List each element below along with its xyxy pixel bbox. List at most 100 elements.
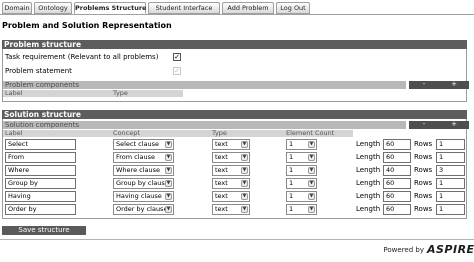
problem-components-header: Problem components — [3, 81, 406, 89]
chevron-down-icon: ▼ — [308, 180, 315, 187]
problem-remove-button[interactable]: - — [409, 81, 439, 89]
length-label: Length — [356, 179, 381, 187]
type-select[interactable]: text ▼ — [212, 165, 250, 176]
chevron-down-icon: ▼ — [165, 206, 172, 213]
tab-ontology[interactable]: Ontology — [34, 2, 72, 14]
concept-select[interactable]: Select clause ▼ — [113, 139, 174, 150]
problem-column-header: Label Type — [3, 90, 183, 97]
tab-add-problem[interactable]: Add Problem — [222, 2, 274, 14]
tab-domain[interactable]: Domain — [2, 2, 32, 14]
chevron-down-icon: ▼ — [165, 154, 172, 161]
problem-structure-header: Problem structure — [2, 40, 467, 49]
rows-label: Rows — [414, 140, 433, 148]
chevron-down-icon: ▼ — [241, 141, 248, 148]
length-label: Length — [356, 140, 381, 148]
concept-select[interactable]: Group by clause ▼ — [113, 178, 174, 189]
type-select[interactable]: text ▼ — [212, 178, 250, 189]
problem-statement-checkbox: ✓ — [173, 67, 181, 75]
rows-input[interactable]: 1 — [436, 204, 465, 215]
component-label-input[interactable]: Where — [5, 165, 76, 176]
aspire-logo: ASPIRE — [427, 243, 474, 256]
page-title: Problem and Solution Representation — [2, 21, 172, 30]
rows-label: Rows — [414, 192, 433, 200]
col-concept: Concept — [113, 129, 140, 137]
tab-underline — [0, 14, 474, 15]
element-count-select[interactable]: 1 ▼ — [286, 178, 317, 189]
length-label: Length — [356, 153, 381, 161]
solution-structure-header: Solution structure — [2, 110, 467, 119]
col-label: Label — [5, 89, 23, 97]
component-label-input[interactable]: Group by — [5, 178, 76, 189]
type-select[interactable]: text ▼ — [212, 152, 250, 163]
solution-column-header: Label Concept Type Element Count — [3, 130, 353, 137]
concept-select[interactable]: From clause ▼ — [113, 152, 174, 163]
chevron-down-icon: ▼ — [165, 141, 172, 148]
problem-statement-label: Problem statement — [5, 67, 72, 75]
save-structure-button[interactable]: Save structure — [2, 226, 86, 235]
solution-remove-button[interactable]: - — [409, 121, 439, 129]
type-select[interactable]: text ▼ — [212, 204, 250, 215]
rows-input[interactable]: 1 — [436, 152, 465, 163]
element-count-select[interactable]: 1 ▼ — [286, 165, 317, 176]
length-input[interactable]: 60 — [383, 191, 411, 202]
chevron-down-icon: ▼ — [165, 180, 172, 187]
chevron-down-icon: ▼ — [308, 141, 315, 148]
col-type: Type — [212, 129, 227, 137]
element-count-select[interactable]: 1 ▼ — [286, 139, 317, 150]
checkmark-icon: ✓ — [174, 53, 180, 61]
length-input[interactable]: 60 — [383, 178, 411, 189]
length-label: Length — [356, 205, 381, 213]
problem-structure-panel: Task requirement (Relevant to all proble… — [2, 49, 469, 102]
rows-label: Rows — [414, 205, 433, 213]
chevron-down-icon: ▼ — [165, 193, 172, 200]
rows-input[interactable]: 3 — [436, 165, 465, 176]
element-count-select[interactable]: 1 ▼ — [286, 204, 317, 215]
chevron-down-icon: ▼ — [308, 154, 315, 161]
col-element-count: Element Count — [286, 129, 335, 137]
col-type: Type — [113, 89, 128, 97]
solution-components-header: Solution components — [3, 121, 406, 129]
checkmark-icon: ✓ — [174, 67, 180, 75]
type-select[interactable]: text ▼ — [212, 139, 250, 150]
task-requirement-checkbox[interactable]: ✓ — [173, 53, 181, 61]
chevron-down-icon: ▼ — [308, 167, 315, 174]
length-label: Length — [356, 166, 381, 174]
tab-problems-structure[interactable]: Problems Structure — [74, 2, 146, 14]
type-select[interactable]: text ▼ — [212, 191, 250, 202]
element-count-select[interactable]: 1 ▼ — [286, 191, 317, 202]
component-label-input[interactable]: Select — [5, 139, 76, 150]
length-input[interactable]: 60 — [383, 152, 411, 163]
element-count-select[interactable]: 1 ▼ — [286, 152, 317, 163]
length-input[interactable]: 60 — [383, 204, 411, 215]
chevron-down-icon: ▼ — [241, 206, 248, 213]
length-label: Length — [356, 192, 381, 200]
length-input[interactable]: 60 — [383, 139, 411, 150]
component-label-input[interactable]: Order by — [5, 204, 76, 215]
concept-select[interactable]: Order by clause ▼ — [113, 204, 174, 215]
rows-label: Rows — [414, 153, 433, 161]
rows-input[interactable]: 1 — [436, 139, 465, 150]
chevron-down-icon: ▼ — [241, 193, 248, 200]
problem-add-button[interactable]: + — [439, 81, 469, 89]
rows-input[interactable]: 1 — [436, 178, 465, 189]
tab-log-out[interactable]: Log Out — [276, 2, 310, 14]
solution-add-button[interactable]: + — [439, 121, 469, 129]
col-label: Label — [5, 129, 23, 137]
component-label-input[interactable]: Having — [5, 191, 76, 202]
tab-student-interface[interactable]: Student Interface — [148, 2, 220, 14]
concept-select[interactable]: Having clause ▼ — [113, 191, 174, 202]
rows-label: Rows — [414, 179, 433, 187]
length-input[interactable]: 40 — [383, 165, 411, 176]
chevron-down-icon: ▼ — [241, 180, 248, 187]
task-requirement-label: Task requirement (Relevant to all proble… — [5, 53, 159, 61]
component-label-input[interactable]: From — [5, 152, 76, 163]
chevron-down-icon: ▼ — [241, 154, 248, 161]
solution-structure-panel: Solution components - + Label Concept Ty… — [2, 119, 469, 219]
rows-input[interactable]: 1 — [436, 191, 465, 202]
powered-by-text: Powered by — [383, 246, 424, 254]
chevron-down-icon: ▼ — [308, 193, 315, 200]
chevron-down-icon: ▼ — [165, 167, 172, 174]
rows-label: Rows — [414, 166, 433, 174]
footer-divider — [0, 239, 474, 240]
concept-select[interactable]: Where clause ▼ — [113, 165, 174, 176]
